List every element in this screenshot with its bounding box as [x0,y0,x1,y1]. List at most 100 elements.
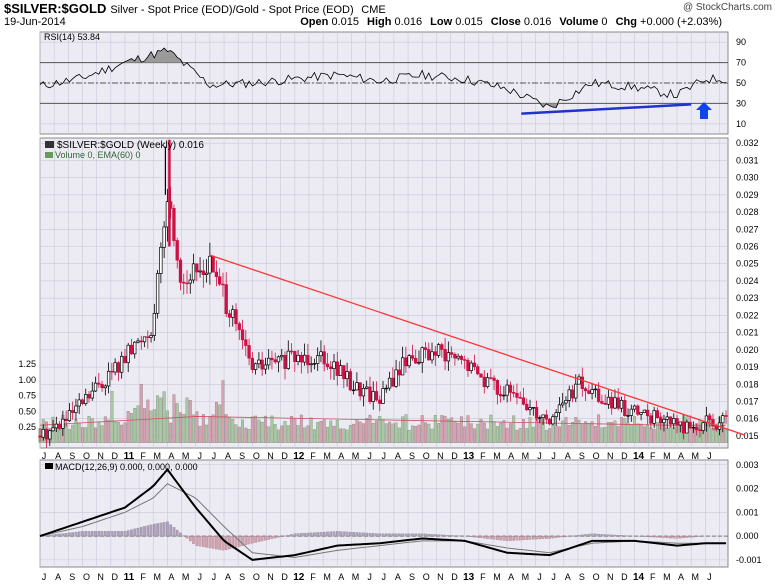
volume-bar [508,423,512,443]
candle-body [721,415,725,424]
macd-histogram-bar [146,525,150,537]
x-axis-label-lower: M [182,572,190,582]
volume-bar [254,415,258,443]
macd-histogram-bar [172,527,176,537]
volume-bar [312,429,316,443]
volume-bar [361,423,365,443]
macd-histogram-bar [117,531,120,537]
candle-body [316,355,320,364]
macd-histogram-bar [473,535,476,538]
macd-histogram-bar [616,535,620,537]
macd-histogram-bar [110,531,114,537]
volume-bar [97,421,101,443]
macd-histogram-bar [51,534,55,537]
candle-body [120,355,124,373]
volume-bar [433,415,437,443]
candle-body [482,376,486,388]
macd-histogram-bar [192,535,195,544]
x-axis-label-upper: M [493,451,501,461]
candle-body [44,429,49,440]
volume-bar [365,418,369,443]
volume-bar [427,423,431,443]
macd-histogram-bar [561,535,564,538]
rsi-tick-label: 70 [736,58,746,68]
volume-bar [198,425,202,443]
candle-body [485,377,490,388]
x-axis-label-upper: S [579,451,585,461]
macd-histogram-bar [486,535,489,539]
volume-bar [610,422,614,443]
volume-bar [495,426,499,443]
volume-bar [214,401,218,443]
x-axis-label-upper: F [480,451,486,461]
x-axis-label-upper: S [239,451,245,461]
x-axis-label-upper: 11 [124,451,135,462]
macd-histogram-bar [505,535,509,541]
volume-bar [221,380,225,443]
macd-histogram-bar [64,533,68,537]
volume-bar [649,427,653,443]
volume-bar [557,426,561,443]
macd-histogram-bar [136,527,140,537]
x-axis-label-lower: D [621,572,628,582]
x-axis-label-upper: M [691,451,699,461]
candle-body [231,309,235,318]
volume-bar [126,411,130,443]
volume-bar [182,414,186,443]
volume-bar [473,428,476,443]
candle-body [381,388,385,404]
macd-histogram-bar [339,531,342,537]
price-tick-label: 0.021 [736,328,759,338]
macd-histogram-bar [433,534,437,537]
volume-bar [652,429,656,443]
x-axis-label-upper: O [83,451,90,461]
volume-bar [597,414,601,443]
candle-body [538,417,542,419]
price-tick-label: 0.017 [736,397,759,407]
macd-histogram-bar [260,535,264,542]
candle-body [319,351,323,357]
candle-body [531,407,535,409]
candle-body [668,416,673,425]
macd-histogram-bar [665,535,669,539]
x-axis-label-upper: 14 [633,451,645,462]
volume-bar [371,423,375,443]
volume-bar [283,421,287,443]
macd-histogram-bar [296,533,300,537]
candle-body [84,394,88,405]
volume-bar [71,424,75,443]
macd-histogram-bar [656,535,659,538]
candle-body [397,369,402,376]
macd-histogram-bar [113,531,117,537]
x-axis-label-upper: 12 [293,451,305,462]
candle-body [191,263,196,281]
volume-bar [352,423,356,443]
candle-body [593,388,598,391]
candle-body [329,366,333,369]
x-axis-label-lower: 11 [124,572,135,583]
candle-body [606,396,611,405]
candle-body [227,313,232,318]
volume-bar [273,424,277,443]
candle-body [701,422,705,431]
macd-histogram-bar [139,527,143,537]
candle-body [312,363,317,365]
candle-body [616,397,620,409]
x-axis-label-lower: J [537,572,542,582]
macd-histogram-bar [584,534,587,537]
candle-body [596,388,601,402]
volume-bar [616,426,620,443]
volume-bar [130,413,133,443]
x-axis-label-upper: J [551,451,556,461]
candle-body [528,407,532,411]
chg-value: +0.000 (+2.03%) [640,16,722,28]
macd-histogram-bar [290,534,293,537]
x-axis-label-upper: A [565,451,571,461]
candle-body [208,255,212,274]
candle-body [57,423,62,429]
x-axis-label-upper: F [650,451,656,461]
x-axis-label-upper: J [212,451,217,461]
macd-histogram-bar [492,535,496,540]
macd-histogram-bar [362,532,365,537]
macd-histogram-bar [545,535,548,539]
